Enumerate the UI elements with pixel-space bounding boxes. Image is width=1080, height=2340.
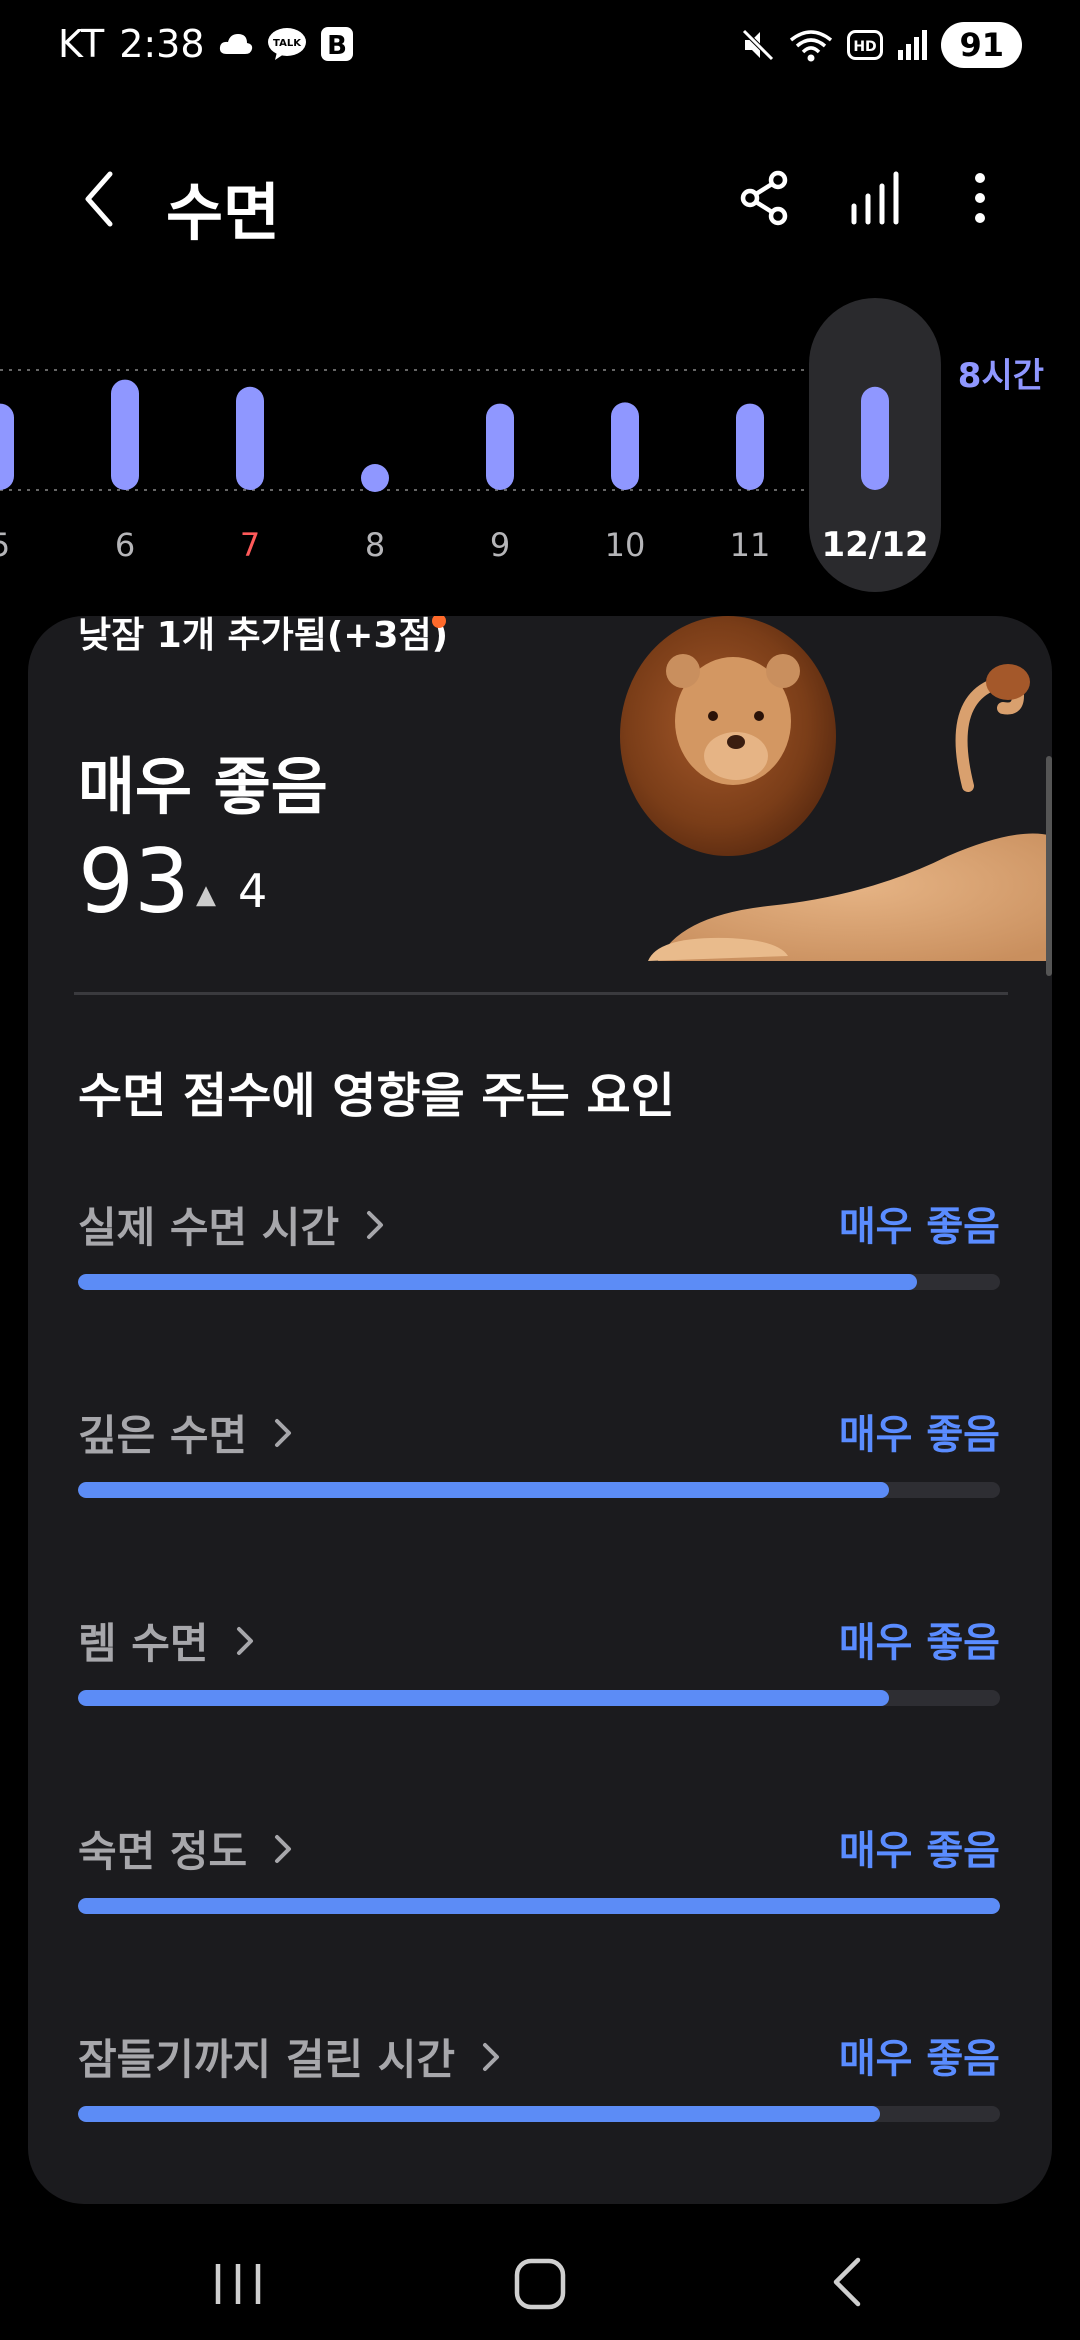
more-vert-icon[interactable] [950, 168, 1010, 228]
goal-label: 8시간 [957, 356, 1044, 396]
chevron-right-icon [483, 2042, 500, 2071]
wifi-icon [790, 30, 833, 62]
kakaotalk-icon: TALK [267, 28, 306, 60]
hd-voice-icon: HD [847, 30, 884, 60]
day-label[interactable]: 12/12 [821, 525, 928, 565]
svg-text:HD: HD [854, 39, 877, 55]
factor-progress-track [78, 2106, 1000, 2122]
b-app-icon: B [320, 27, 353, 61]
navigation-bar [0, 2220, 1080, 2340]
day-label[interactable]: 5 [0, 526, 10, 564]
factor-rem-sleep[interactable]: 렘 수면 매우 좋음 [78, 1610, 1000, 1730]
factor-label-text: 렘 수면 [78, 1619, 209, 1668]
chevron-right-icon [275, 1834, 292, 1863]
factor-sleep-quality[interactable]: 숙면 정도 매우 좋음 [78, 1818, 1000, 1938]
recent-apps-icon[interactable] [210, 2256, 266, 2312]
chevron-right-icon [275, 1418, 292, 1447]
day-label[interactable]: 8 [365, 526, 385, 564]
chevron-right-icon [236, 1626, 253, 1655]
factor-deep-sleep[interactable]: 깊은 수면 매우 좋음 [78, 1402, 1000, 1522]
battery-badge: 91 [941, 22, 1022, 68]
factor-label: 숙면 정도 [78, 1818, 297, 1879]
factor-progress-track [78, 1482, 1000, 1498]
scroll-indicator[interactable] [1046, 756, 1052, 976]
factor-progress-fill [78, 2106, 881, 2122]
factor-label-text: 잠들기까지 걸린 시간 [78, 2035, 456, 2084]
svg-text:B: B [327, 31, 347, 61]
back-arrow-icon[interactable] [66, 164, 136, 234]
factor-label-text: 숙면 정도 [78, 1827, 248, 1876]
factor-rating: 매우 좋음 [838, 1204, 1000, 1250]
factor-label: 렘 수면 [78, 1610, 259, 1671]
factor-progress-track [78, 1898, 1000, 1914]
factor-label: 깊은 수면 [78, 1402, 297, 1463]
factor-rating: 매우 좋음 [838, 1620, 1000, 1666]
nav-back-icon[interactable] [818, 2252, 878, 2312]
day-label[interactable]: 11 [730, 526, 771, 564]
sleep-bar[interactable] [361, 464, 389, 492]
status-bar: KT 2:38 TALK B HD 91 [0, 0, 1080, 100]
bar-chart-icon[interactable] [846, 168, 906, 228]
day-label[interactable]: 9 [490, 526, 510, 564]
factor-progress-fill [78, 1690, 890, 1706]
factor-rating: 매우 좋음 [838, 1412, 1000, 1458]
chevron-right-icon [367, 1210, 384, 1239]
score-delta: 4 [238, 864, 268, 918]
signal-icon [898, 30, 928, 60]
cloud-icon [219, 34, 252, 54]
sleep-score-card: 낮잠 1개 추가됨(+3점) 매우 좋음 93 ▲ 4 수면 점수에 영향을 주… [28, 616, 1052, 2204]
app-bar: 수면 [0, 150, 1080, 250]
status-time: 2:38 [119, 22, 205, 66]
delta-up-icon: ▲ [196, 880, 216, 910]
factor-progress-track [78, 1274, 1000, 1290]
day-label[interactable]: 7 [240, 526, 260, 564]
score-label: 매우 좋음 [78, 750, 328, 823]
day-label[interactable]: 6 [115, 526, 135, 564]
factor-sleep-latency[interactable]: 잠들기까지 걸린 시간 매우 좋음 [78, 2026, 1000, 2146]
factor-progress-fill [78, 1482, 890, 1498]
factor-label-text: 깊은 수면 [78, 1411, 248, 1460]
status-left: KT 2:38 TALK B [58, 22, 353, 66]
nap-note: 낮잠 1개 추가됨(+3점) [78, 616, 449, 656]
factor-label: 실제 수면 시간 [78, 1194, 389, 1255]
factor-progress-fill [78, 1274, 918, 1290]
status-right: HD 91 [741, 22, 1022, 68]
factor-rating: 매우 좋음 [838, 1828, 1000, 1874]
mute-icon [742, 29, 775, 61]
weekly-sleep-chart-svg: 5 6 7 8 9 10 11 12/12 [0, 298, 941, 592]
factor-progress-fill [78, 1898, 1000, 1914]
weekly-sleep-chart: 5 6 7 8 9 10 11 12/12 8시간 [0, 290, 1080, 610]
score-value: 93 [78, 830, 190, 933]
factor-label: 잠들기까지 걸린 시간 [78, 2026, 505, 2087]
home-icon[interactable] [510, 2254, 570, 2314]
factors-title: 수면 점수에 영향을 주는 요인 [78, 1068, 675, 1124]
divider [74, 992, 1008, 995]
svg-text:TALK: TALK [273, 38, 302, 49]
factor-label-text: 실제 수면 시간 [78, 1203, 340, 1252]
carrier-label: KT [58, 22, 106, 66]
page-title: 수면 [166, 176, 281, 249]
lion-illustration [620, 616, 1052, 961]
sleep-screen: KT 2:38 TALK B HD 91 수면 5 6 7 8 9 10 11 12/12 8… [0, 0, 1080, 2340]
factor-progress-track [78, 1690, 1000, 1706]
factor-total-sleep-time[interactable]: 실제 수면 시간 매우 좋음 [78, 1194, 1000, 1314]
factor-rating: 매우 좋음 [838, 2036, 1000, 2082]
day-label[interactable]: 10 [605, 526, 646, 564]
share-icon[interactable] [736, 168, 796, 228]
